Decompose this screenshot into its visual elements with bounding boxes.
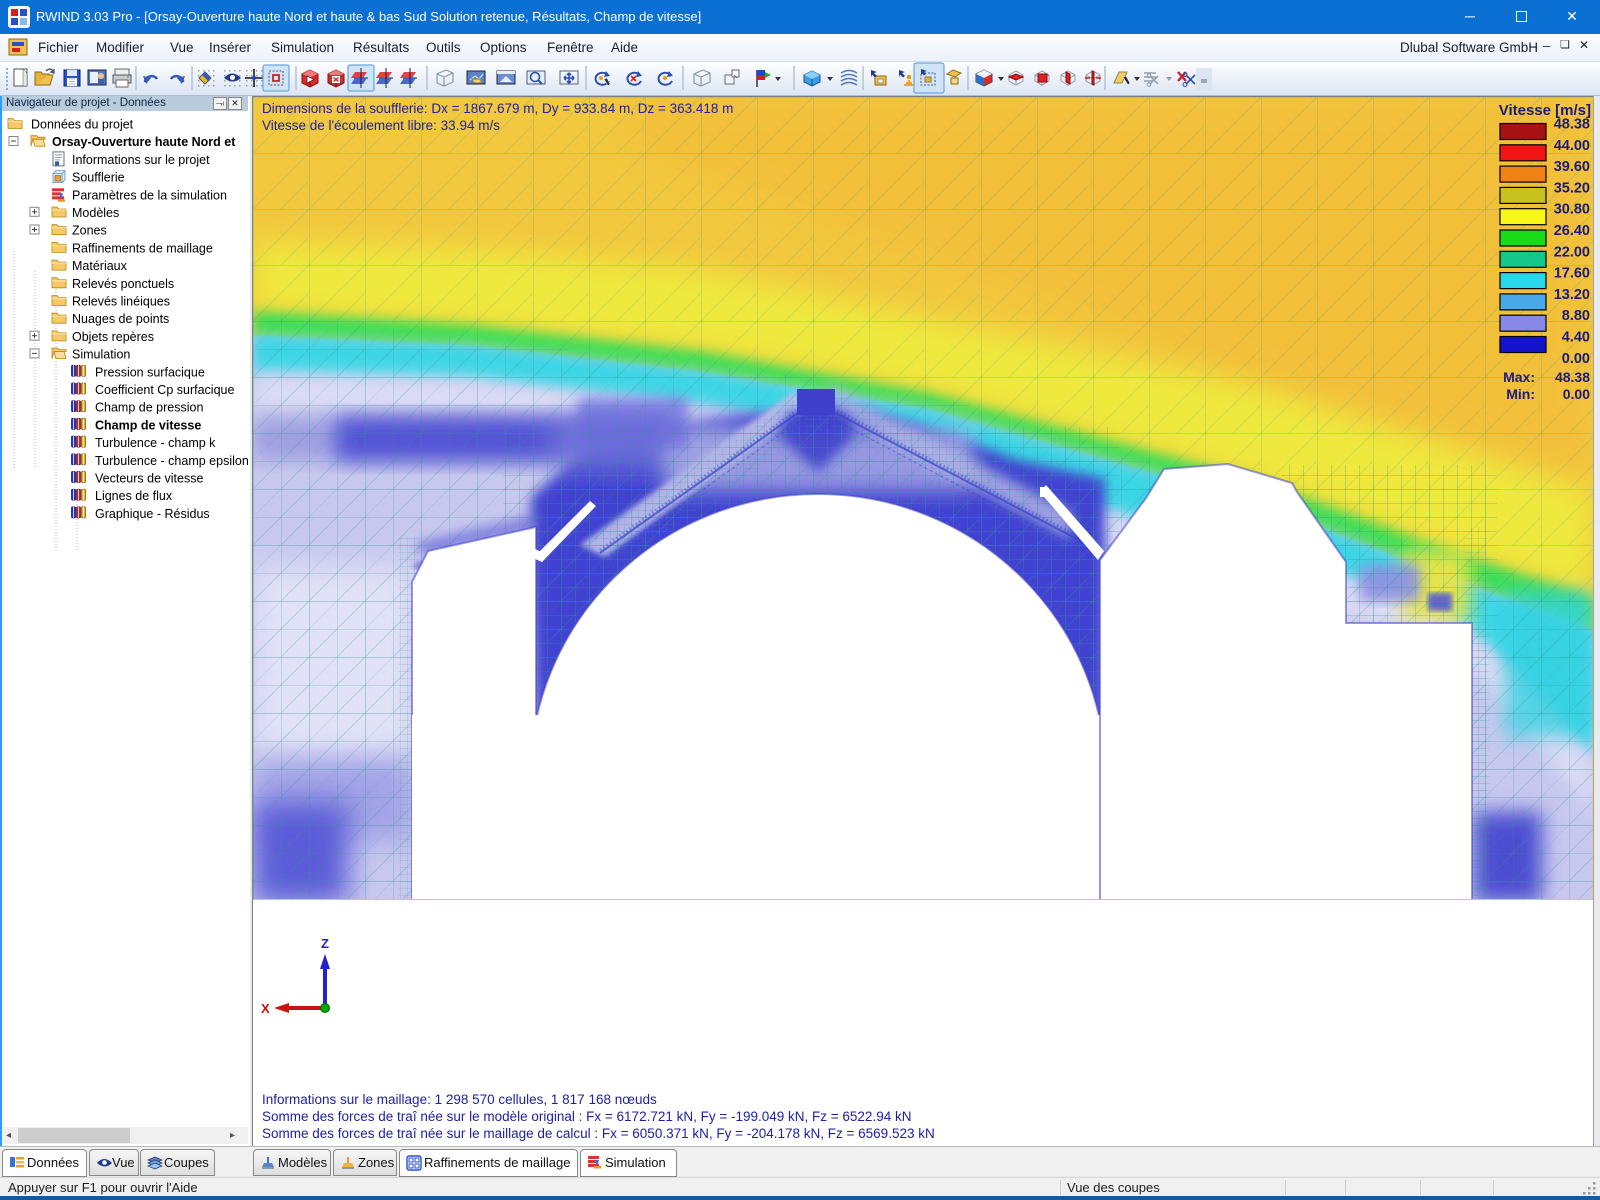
svg-text:Coefficient Cp surfacique: Coefficient Cp surfacique [95,383,234,397]
svg-text:Max:: Max: [1503,369,1535,385]
svg-text:Informations sur le projet: Informations sur le projet [72,153,210,167]
svg-text:48.38: 48.38 [1555,369,1590,385]
svg-text:Zones: Zones [72,224,107,238]
svg-text:Paramètres de la simulation: Paramètres de la simulation [72,188,227,202]
svg-text:Relevés ponctuels: Relevés ponctuels [72,277,174,291]
svg-text:17.60: 17.60 [1554,266,1590,282]
svg-text:Somme des forces de traî née s: Somme des forces de traî née sur le mail… [262,1126,935,1141]
svg-text:44.00: 44.00 [1554,138,1590,154]
svg-text:Simulation: Simulation [72,348,130,362]
svg-text:39.60: 39.60 [1554,159,1590,175]
svg-text:Modèles: Modèles [72,206,119,220]
svg-text:Nuages de points: Nuages de points [72,312,169,326]
svg-text:Vitesse de l'écoulement libre:: Vitesse de l'écoulement libre: 33.94 m/s [262,118,500,133]
svg-text:Champ de pression: Champ de pression [95,401,203,415]
svg-text:Orsay-Ouverture haute Nord et: Orsay-Ouverture haute Nord et [52,135,236,149]
svg-text:Graphique - Résidus: Graphique - Résidus [95,507,210,521]
svg-text:Raffinements de maillage: Raffinements de maillage [72,241,213,255]
svg-text:22.00: 22.00 [1554,244,1590,260]
svg-text:Matériaux: Matériaux [72,259,128,273]
svg-text:0.00: 0.00 [1563,386,1590,402]
svg-text:0.00: 0.00 [1562,351,1590,367]
svg-text:Soufflerie: Soufflerie [72,171,125,185]
svg-text:Données du projet: Données du projet [31,118,134,132]
svg-text:8.80: 8.80 [1562,308,1590,324]
svg-text:Turbulence - champ epsilon: Turbulence - champ epsilon [95,454,249,468]
svg-text:Somme des forces de traî née s: Somme des forces de traî née sur le modè… [262,1109,911,1124]
svg-text:Min:: Min: [1506,386,1535,402]
svg-text:4.40: 4.40 [1562,330,1590,346]
svg-text:48.38: 48.38 [1554,117,1590,133]
svg-text:Vecteurs de vitesse: Vecteurs de vitesse [95,472,203,486]
svg-text:Dimensions de la soufflerie: D: Dimensions de la soufflerie: Dx = 1867.6… [262,101,733,116]
svg-text:Informations sur le maillage:: Informations sur le maillage: 1 298 570 … [262,1092,657,1107]
svg-text:Pression surfacique: Pression surfacique [95,365,205,379]
svg-text:Objets repères: Objets repères [72,330,154,344]
svg-text:26.40: 26.40 [1554,223,1590,239]
svg-text:Relevés linéiques: Relevés linéiques [72,295,170,309]
svg-text:Z: Z [321,936,329,951]
svg-text:30.80: 30.80 [1554,202,1590,218]
svg-text:13.20: 13.20 [1554,287,1590,303]
svg-text:Turbulence - champ k: Turbulence - champ k [95,436,216,450]
svg-text:35.20: 35.20 [1554,180,1590,196]
svg-text:Champ de vitesse: Champ de vitesse [95,418,201,432]
svg-text:Lignes de flux: Lignes de flux [95,489,173,503]
svg-text:X: X [261,1001,270,1016]
